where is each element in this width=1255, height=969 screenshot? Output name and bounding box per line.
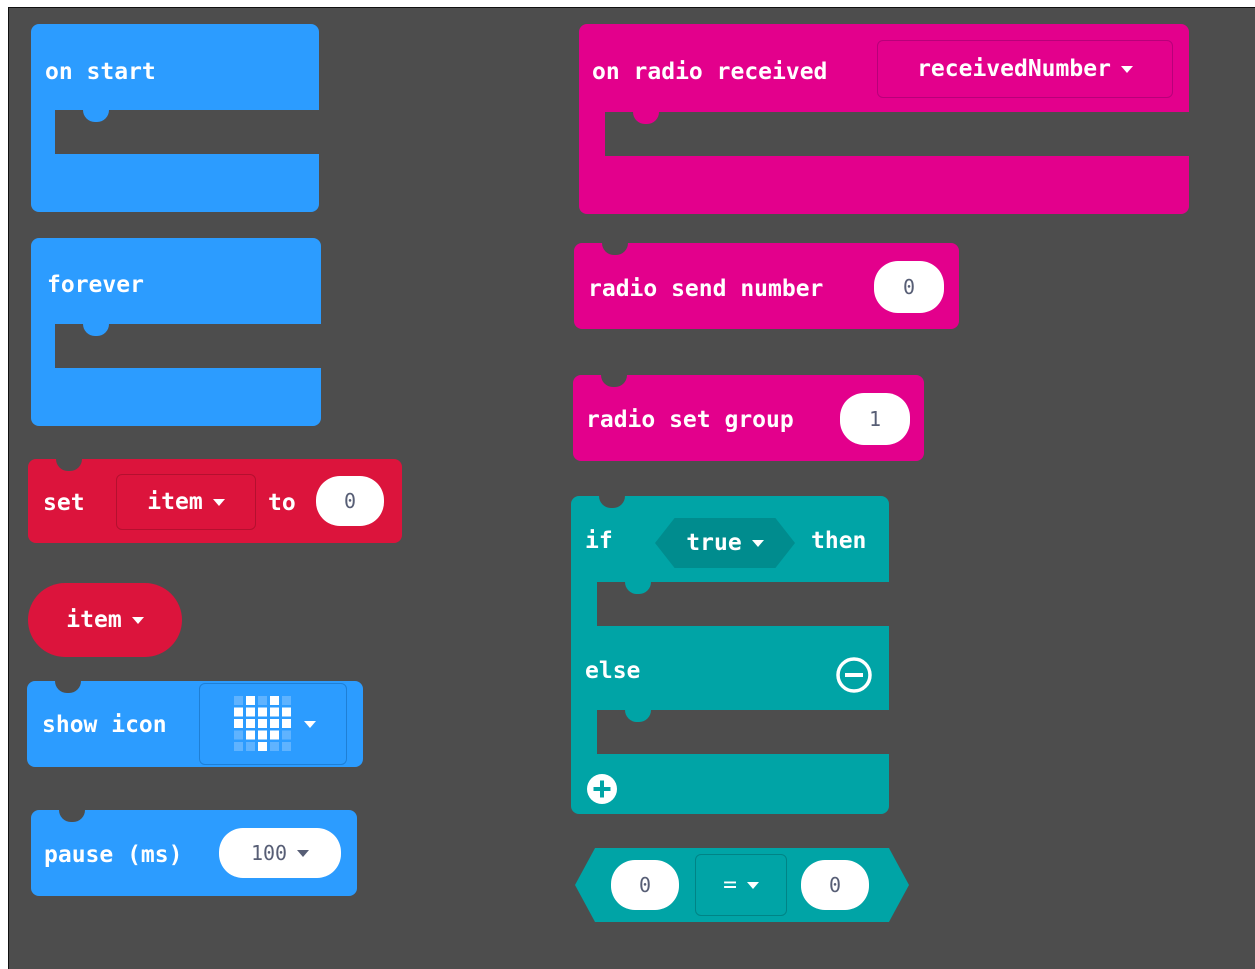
radio-set-group-label: radio set group [586,407,794,433]
radio-set-group-block[interactable]: radio set group 1 [573,375,924,461]
then-label: then [811,528,867,554]
variable-dropdown[interactable]: item [116,474,256,530]
set-label: set [43,490,85,516]
icon-dropdown[interactable] [199,683,347,765]
if-else-block[interactable]: if true then else [571,496,889,814]
pause-label: pause (ms) [44,842,183,868]
chevron-down-icon [297,849,310,857]
on-radio-received-label: on radio received [592,59,828,85]
chevron-down-icon [212,498,225,506]
compare-left-input[interactable]: 0 [611,860,679,910]
compare-right-input[interactable]: 0 [801,860,869,910]
received-number-param: receivedNumber [917,56,1111,82]
minus-circle-icon[interactable] [835,656,873,694]
on-start-block[interactable]: on start [31,24,319,212]
operator-value: = [723,872,737,898]
show-icon-block[interactable]: show icon [27,681,363,767]
else-label: else [585,658,641,684]
set-variable-block[interactable]: set item to 0 [28,459,402,543]
blocks-workspace[interactable]: on start forever set item to 0 item show… [8,7,1255,969]
if-label: if [585,528,613,554]
show-icon-label: show icon [42,712,167,738]
send-number-input[interactable]: 0 [874,261,944,313]
plus-circle-icon[interactable] [585,772,619,806]
group-number-input[interactable]: 1 [840,393,910,445]
condition-value: true [686,530,742,556]
forever-block[interactable]: forever [31,238,321,426]
to-label: to [268,490,296,516]
variable-name: item [147,489,203,515]
on-start-label: on start [45,59,156,85]
item-label: item [66,606,122,633]
chevron-down-icon [304,720,316,728]
chevron-down-icon [1120,65,1133,73]
value-input[interactable]: 0 [316,476,384,526]
condition-dropdown[interactable]: true [655,518,795,568]
chevron-down-icon [131,616,144,624]
radio-send-number-block[interactable]: radio send number 0 [574,243,959,329]
chevron-down-icon [751,539,764,547]
pause-value: 100 [250,841,288,865]
pause-value-dropdown[interactable]: 100 [219,828,341,878]
heart-icon [234,696,291,751]
received-number-dropdown[interactable]: receivedNumber [877,40,1173,98]
item-variable-reporter[interactable]: item [28,583,182,657]
operator-dropdown[interactable]: = [695,854,787,916]
radio-send-number-label: radio send number [588,276,824,302]
on-radio-received-block[interactable]: on radio received receivedNumber [579,24,1189,214]
forever-label: forever [47,272,144,298]
chevron-down-icon [746,881,759,889]
compare-block[interactable]: 0 = 0 [575,848,909,922]
pause-block[interactable]: pause (ms) 100 [31,810,357,896]
